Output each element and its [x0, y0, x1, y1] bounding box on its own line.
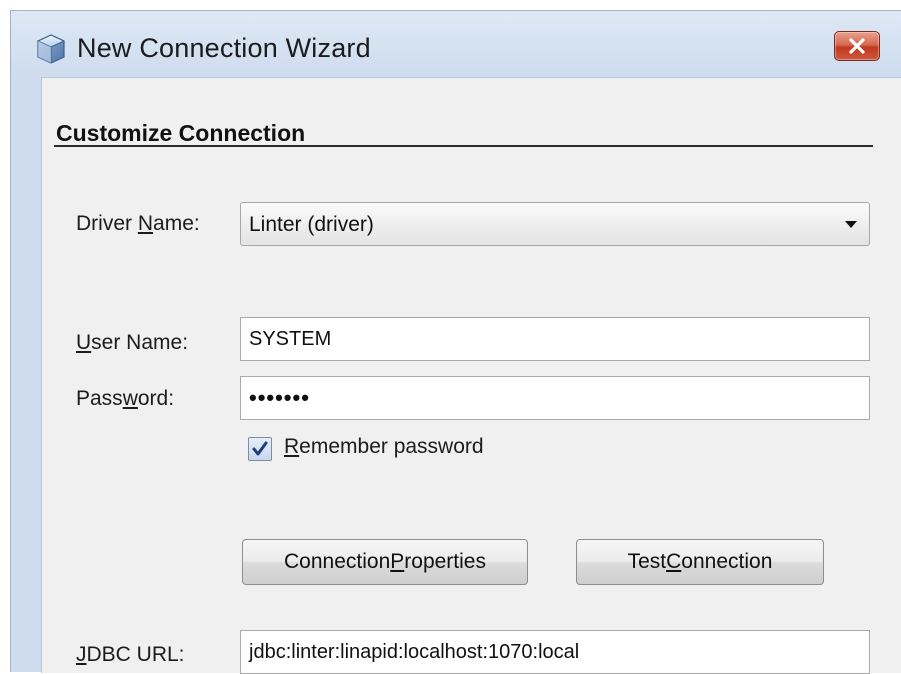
password-label-mnemonic: w [122, 387, 138, 410]
password-input[interactable]: ••••••• [240, 376, 870, 420]
dialog-window: New Connection Wizard Customize Connecti… [10, 10, 901, 674]
driver-name-select[interactable]: Linter (driver) [240, 202, 870, 246]
connection-properties-button[interactable]: Connection Properties [242, 539, 528, 585]
section-title: Customize Connection [56, 120, 306, 146]
password-label: Password: [76, 387, 174, 411]
remember-password-label-mnemonic: R [284, 435, 300, 458]
jdbc-url-value: jdbc:linter:linapid:localhost:1070:local [249, 641, 580, 663]
driver-name-label-mnemonic: N [137, 212, 154, 235]
title-bar[interactable]: New Connection Wizard [11, 11, 901, 81]
window-title: New Connection Wizard [77, 33, 371, 63]
user-name-input[interactable]: SYSTEM [240, 317, 870, 361]
user-name-label-suffix: ser Name: [91, 331, 189, 354]
driver-name-value: Linter (driver) [249, 213, 374, 236]
password-masked-value: ••••••• [249, 385, 310, 410]
close-button[interactable] [834, 31, 880, 61]
wizard-panel: Customize Connection Driver Name: Linter… [41, 77, 901, 674]
remember-password-label[interactable]: Remember password [284, 435, 484, 459]
test-connection-button[interactable]: Test Connection [576, 539, 824, 585]
password-label-suffix: ord: [137, 387, 175, 410]
test-connection-label-suffix: onnection [681, 550, 773, 573]
test-connection-label-prefix: Test [627, 550, 667, 573]
driver-name-label-prefix: Driver [76, 212, 138, 235]
jdbc-url-label-suffix: DBC URL: [86, 643, 185, 666]
checkmark-icon [252, 441, 268, 456]
jdbc-url-label-mnemonic: J [76, 643, 87, 666]
chevron-down-icon[interactable] [845, 221, 857, 228]
user-name-value: SYSTEM [249, 328, 332, 350]
jdbc-url-label: JDBC URL: [76, 643, 185, 667]
user-name-label: User Name: [76, 331, 188, 355]
section-divider [54, 145, 873, 147]
jdbc-url-input[interactable]: jdbc:linter:linapid:localhost:1070:local [240, 630, 870, 674]
driver-name-label-suffix: ame: [153, 212, 200, 235]
remember-password-checkbox[interactable] [248, 437, 272, 461]
driver-name-label: Driver Name: [76, 212, 200, 236]
connection-properties-label-prefix: Connection [284, 550, 391, 573]
test-connection-label-mnemonic: C [666, 550, 682, 573]
password-label-prefix: Pass [76, 387, 123, 410]
user-name-label-mnemonic: U [76, 331, 92, 354]
connection-properties-label-mnemonic: P [390, 550, 405, 573]
connection-properties-label-suffix: roperties [404, 550, 486, 573]
remember-password-label-suffix: emember password [299, 435, 484, 458]
database-cube-icon [36, 34, 66, 64]
close-icon [849, 38, 865, 54]
